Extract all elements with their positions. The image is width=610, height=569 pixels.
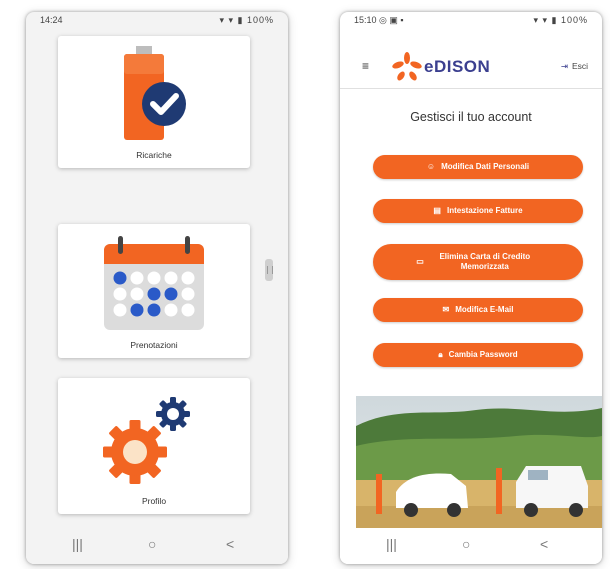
calendar-day-dot — [181, 271, 195, 285]
prenotazioni-label: Prenotazioni — [130, 340, 178, 350]
calendar-day-dot — [113, 303, 127, 317]
calendar-day-dot — [181, 303, 195, 317]
calendar-day-dot — [181, 287, 195, 301]
calendar-day-dot — [164, 287, 178, 301]
back-button[interactable]: < — [226, 536, 234, 552]
exit-label: Esci — [571, 61, 588, 71]
profilo-card[interactable]: Profilo — [58, 378, 250, 514]
status-indicators: ▾ ▾ ▮ 100% — [533, 15, 588, 25]
status-time: 14:24 — [40, 15, 63, 25]
android-nav-bar: ||| ○ < — [340, 528, 602, 564]
status-indicators: ▾ ▾ ▮ 100% — [219, 15, 274, 25]
profilo-label: Profilo — [141, 496, 167, 506]
gears-icon — [103, 397, 190, 484]
credit-card-icon: ▭ — [416, 257, 424, 266]
elimina-carta-button[interactable]: ▭ Elimina Carta di Credito Memorizzata — [373, 244, 583, 280]
modifica-email-button[interactable]: ✉ Modifica E-Mail — [373, 298, 583, 322]
right-phone-screen: 15:10 ◎ ▣ ▪ ▾ ▾ ▮ 100% ≡ eDISON ⇥ Esci Ge… — [340, 12, 602, 564]
logout-icon: ⇥ — [560, 61, 568, 71]
calendar-day-dot — [164, 303, 178, 317]
page-title: Gestisci il tuo account — [410, 110, 532, 124]
calendar-day-dot — [147, 303, 161, 317]
home-button[interactable]: ○ — [148, 536, 156, 552]
left-phone-screen: 14:24 ▾ ▾ ▮ 100% Ricariche Prenotazioni — [26, 12, 288, 564]
calendar-icon — [104, 236, 204, 330]
back-button[interactable]: < — [540, 536, 548, 552]
calendar-day-dot — [147, 287, 161, 301]
ricariche-label: Ricariche — [136, 150, 172, 160]
home-button[interactable]: ○ — [462, 536, 470, 552]
invoice-icon: ▤ — [433, 206, 441, 215]
recent-apps-button[interactable]: ||| — [386, 536, 397, 552]
edison-logo-text: eDISON — [424, 57, 491, 76]
calendar-day-dot — [113, 287, 127, 301]
calendar-day-dot — [164, 271, 178, 285]
prenotazioni-card[interactable]: Prenotazioni — [58, 224, 250, 358]
lock-icon: 🔒︎ — [438, 350, 443, 359]
side-drawer-handle[interactable] — [265, 259, 273, 281]
edison-logo-icon — [392, 52, 422, 81]
calendar-day-dot — [130, 271, 144, 285]
button-label: Intestazione Fatture — [446, 206, 523, 215]
intestazione-fatture-button[interactable]: ▤ Intestazione Fatture — [373, 199, 583, 223]
battery-check-icon — [124, 46, 186, 140]
hamburger-menu-icon[interactable]: ≡ — [362, 59, 369, 73]
charging-station-image — [356, 396, 602, 540]
app-header: ≡ eDISON ⇥ Esci — [340, 42, 602, 89]
mail-icon: ✉ — [442, 305, 450, 314]
recent-apps-button[interactable]: ||| — [72, 536, 83, 552]
status-time: 15:10 ◎ ▣ ▪ — [354, 15, 404, 25]
button-label: Cambia Password — [448, 350, 518, 359]
button-label: Modifica Dati Personali — [441, 162, 530, 171]
calendar-day-dot — [147, 271, 161, 285]
ricariche-card[interactable]: Ricariche — [58, 36, 250, 168]
user-icon: ☺ — [426, 162, 436, 171]
charging-station-photo — [356, 396, 602, 540]
exit-button[interactable]: ⇥ Esci — [561, 61, 588, 72]
edison-logo: eDISON — [392, 52, 490, 82]
cambia-password-button[interactable]: 🔒︎ Cambia Password — [373, 343, 583, 367]
status-bar: 15:10 ◎ ▣ ▪ ▾ ▾ ▮ 100% — [340, 12, 602, 30]
calendar-day-dot — [130, 287, 144, 301]
status-bar: 14:24 ▾ ▾ ▮ 100% — [26, 12, 288, 30]
calendar-day-dot — [113, 271, 127, 285]
android-nav-bar: ||| ○ < — [26, 528, 288, 564]
button-label: Modifica E-Mail — [455, 305, 514, 314]
modifica-dati-personali-button[interactable]: ☺ Modifica Dati Personali — [373, 155, 583, 179]
calendar-day-dot — [130, 303, 144, 317]
button-label: Elimina Carta di Credito Memorizzata — [439, 252, 531, 271]
